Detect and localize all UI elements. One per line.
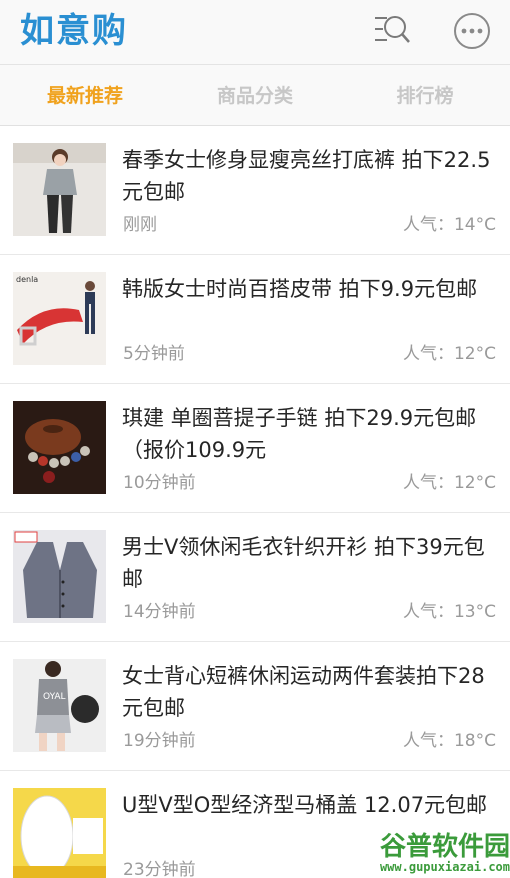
tab-categories[interactable]: 商品分类 bbox=[170, 65, 340, 127]
app-bar: 如意购 bbox=[0, 0, 510, 64]
item-title: U型V型O型经济型马桶盖 12.07元包邮 bbox=[122, 793, 488, 817]
item-popularity: 人气：13°C bbox=[402, 602, 496, 622]
sport-set-photo: OYAL bbox=[13, 659, 106, 752]
item-time: 5分钟前 bbox=[123, 344, 185, 364]
tab-ranking[interactable]: 排行榜 bbox=[340, 65, 510, 127]
svg-text:denla: denla bbox=[16, 275, 38, 284]
product-list: 春季女士修身显瘦亮丝打底裤 拍下22.5元包邮 刚刚 人气：14°C denla… bbox=[0, 126, 510, 878]
watermark-url: www.gupuxiazai.com bbox=[379, 860, 510, 874]
item-popularity: 人气：12°C bbox=[402, 473, 496, 493]
more-button[interactable] bbox=[452, 11, 492, 51]
list-item[interactable]: 男士V领休闲毛衣针织开衫 拍下39元包邮 14分钟前 人气：13°C bbox=[0, 513, 510, 642]
app-logo: 如意购 bbox=[20, 11, 128, 51]
item-time: 10分钟前 bbox=[123, 473, 196, 493]
svg-text:OYAL: OYAL bbox=[43, 692, 66, 702]
item-title: 春季女士修身显瘦亮丝打底裤 拍下22.5元包邮 bbox=[122, 148, 491, 204]
item-time: 19分钟前 bbox=[123, 731, 196, 751]
tab-bar: 最新推荐 商品分类 排行榜 bbox=[0, 64, 510, 190]
item-popularity: 人气：14°C bbox=[402, 215, 496, 235]
item-title: 男士V领休闲毛衣针织开衫 拍下39元包邮 bbox=[122, 535, 485, 591]
item-time: 14分钟前 bbox=[123, 602, 196, 622]
watermark: 谷普软件园 www.gupuxiazai.com bbox=[352, 826, 510, 878]
item-time: 刚刚 bbox=[123, 215, 157, 235]
watermark-title: 谷普软件园 bbox=[379, 832, 510, 862]
cardigan-photo bbox=[13, 530, 106, 623]
bracelet-photo bbox=[13, 401, 106, 494]
item-time: 23分钟前 bbox=[123, 860, 196, 878]
list-item[interactable]: denla 韩版女士时尚百搭皮带 拍下9.9元包邮 5分钟前 人气：12°C bbox=[0, 255, 510, 384]
item-title: 琪建 单圈菩提子手链 拍下29.9元包邮（报价109.9元 bbox=[122, 406, 477, 462]
item-popularity: 人气：18°C bbox=[402, 731, 496, 751]
list-item[interactable]: 春季女士修身显瘦亮丝打底裤 拍下22.5元包邮 刚刚 人气：14°C bbox=[0, 126, 510, 255]
item-title: 韩版女士时尚百搭皮带 拍下9.9元包邮 bbox=[122, 277, 478, 301]
belt-photo: denla bbox=[13, 272, 106, 365]
leggings-photo bbox=[13, 143, 106, 236]
list-item[interactable]: OYAL 女士背心短裤休闲运动两件套装拍下28元包邮 19分钟前 人气：18°C bbox=[0, 642, 510, 771]
toilet-seat-photo bbox=[13, 788, 106, 878]
search-list-icon bbox=[375, 16, 410, 43]
tab-latest[interactable]: 最新推荐 bbox=[0, 65, 170, 127]
search-button[interactable] bbox=[371, 12, 413, 52]
item-popularity: 人气：12°C bbox=[402, 344, 496, 364]
item-title: 女士背心短裤休闲运动两件套装拍下28元包邮 bbox=[122, 664, 485, 720]
more-dots-icon bbox=[454, 13, 490, 49]
list-item[interactable]: 琪建 单圈菩提子手链 拍下29.9元包邮（报价109.9元 10分钟前 人气：1… bbox=[0, 384, 510, 513]
